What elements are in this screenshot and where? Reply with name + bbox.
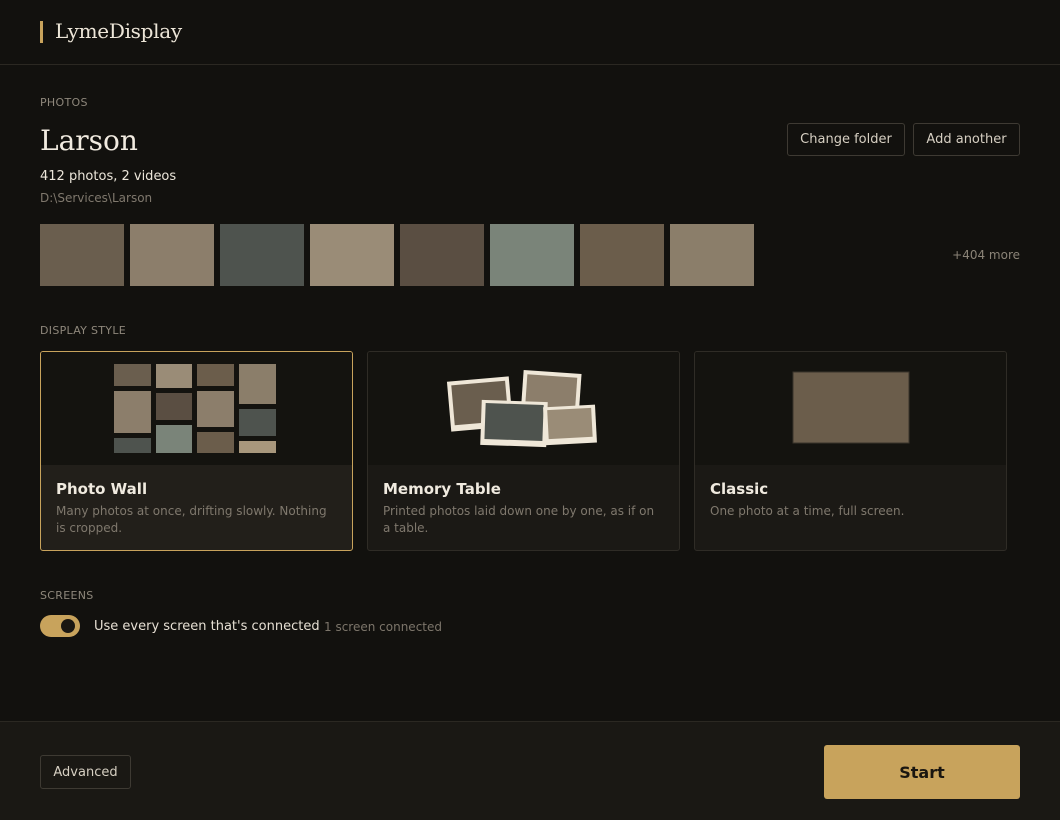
- classic-preview: [695, 352, 1006, 465]
- folder-path: D:\Services\Larson: [40, 191, 153, 205]
- style-description-photo-wall: Many photos at once, drifting slowly. No…: [56, 504, 327, 535]
- photo-thumbnail: [220, 224, 304, 286]
- style-title-photo-wall: Photo Wall: [56, 480, 148, 498]
- photo-thumbnail: [580, 224, 664, 286]
- style-description-memory-table: Printed photos laid down one by one, as …: [383, 504, 655, 535]
- style-card-photo-wall[interactable]: Photo Wall Many photos at once, drifting…: [40, 351, 353, 551]
- change-folder-button[interactable]: Change folder: [787, 123, 905, 156]
- photo-thumbnail: [310, 224, 394, 286]
- display-style-section-label: DISPLAY STYLE: [40, 324, 126, 337]
- footer-bar: Advanced Start: [0, 721, 1060, 820]
- memory-table-preview: [368, 352, 679, 465]
- folder-title: Larson: [40, 124, 138, 157]
- style-card-classic[interactable]: Classic One photo at a time, full screen…: [694, 351, 1007, 551]
- photos-section-label: PHOTOS: [40, 96, 88, 109]
- photo-thumbnail: [670, 224, 754, 286]
- classic-preview-graphic: [792, 371, 910, 444]
- start-button[interactable]: Start: [824, 745, 1020, 799]
- app-name: LymeDisplay: [55, 19, 182, 43]
- advanced-button[interactable]: Advanced: [40, 755, 131, 789]
- photo-wall-preview-graphic: [114, 364, 276, 453]
- photo-wall-preview: [41, 352, 352, 465]
- photo-thumbnail-strip: [40, 224, 754, 286]
- photo-thumbnail: [490, 224, 574, 286]
- style-card-memory-table[interactable]: Memory Table Printed photos laid down on…: [367, 351, 680, 551]
- brand-accent-bar: [40, 21, 43, 43]
- photo-thumbnail: [40, 224, 124, 286]
- style-title-classic: Classic: [710, 480, 769, 498]
- photo-thumbnail: [130, 224, 214, 286]
- app-header: LymeDisplay: [0, 0, 1060, 65]
- media-counts: 412 photos, 2 videos: [40, 169, 177, 184]
- add-another-button[interactable]: Add another: [913, 123, 1020, 156]
- use-all-screens-toggle[interactable]: [40, 615, 80, 637]
- toggle-knob: [61, 619, 75, 633]
- more-photos-count: +404 more: [952, 248, 1020, 262]
- screen-count-status: 1 screen connected: [324, 620, 442, 634]
- memory-table-preview-graphic: [446, 369, 597, 448]
- style-description-classic: One photo at a time, full screen.: [710, 504, 905, 518]
- style-title-memory-table: Memory Table: [383, 480, 501, 498]
- screens-section-label: SCREENS: [40, 589, 94, 602]
- photo-thumbnail: [400, 224, 484, 286]
- display-style-options: Photo Wall Many photos at once, drifting…: [40, 351, 1007, 551]
- use-all-screens-label: Use every screen that's connected: [94, 619, 320, 634]
